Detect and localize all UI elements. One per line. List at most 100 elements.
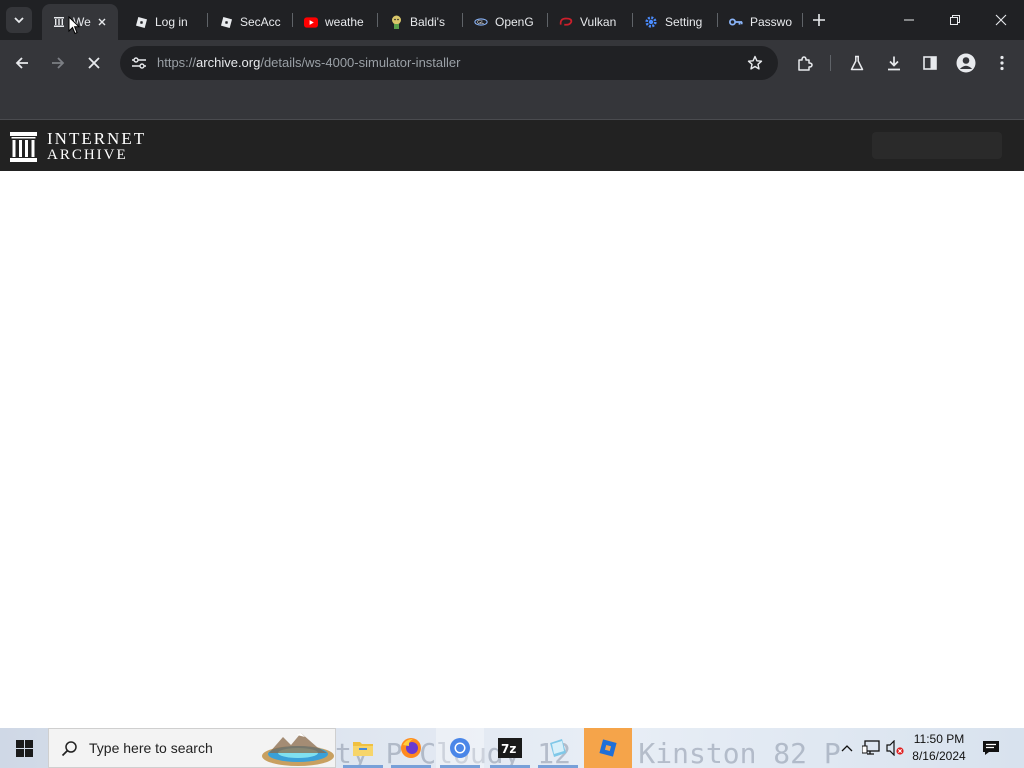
chevron-down-icon [14,17,24,24]
taskbar-clock[interactable]: 11:50 PM 8/16/2024 [906,731,972,765]
search-highlight-art-icon [262,733,334,766]
close-icon [995,14,1007,26]
url-host: archive.org [196,55,261,70]
tab-close-icon[interactable] [94,14,110,30]
tune-icon [132,57,146,69]
forward-button[interactable] [44,49,72,77]
profile-button[interactable] [952,49,980,77]
extensions-button[interactable] [790,49,818,77]
plus-icon [813,14,825,26]
bookmarks-bar [0,86,1024,120]
tab-active[interactable]: We [42,4,118,40]
taskbar-file-explorer[interactable] [339,728,387,768]
labs-button[interactable] [843,49,871,77]
network-button[interactable] [860,728,882,768]
logo-line-1: INTERNET [47,129,147,148]
tab-title: OpenG [495,15,534,29]
browser-toolbar: https://archive.org/details/ws-4000-simu… [0,40,1024,86]
key-icon [729,15,743,29]
screen: We Log in SecAcc weathe Baldi's GL OpenG… [0,0,1024,768]
svg-text:7z: 7z [501,742,516,756]
star-icon [747,55,763,70]
mouse-cursor-icon [68,16,80,35]
notepad-icon [550,739,566,757]
menu-button[interactable] [988,49,1016,77]
tab-passwords[interactable]: Passwo [719,4,799,40]
taskbar-search-box[interactable]: Type here to search [48,728,336,768]
stop-loading-button[interactable] [80,49,108,77]
puzzle-icon [797,55,813,71]
internet-archive-header: INTERNET ARCHIVE [0,120,1024,171]
tab-roblox-login[interactable]: Log in [124,4,204,40]
page-body [0,171,1024,728]
volume-muted-icon [886,740,904,756]
tab-separator [292,13,293,27]
tab-settings[interactable]: Setting [634,4,714,40]
start-button[interactable] [0,728,48,768]
tab-separator [547,13,548,27]
tab-separator [462,13,463,27]
7zip-icon: 7z [498,738,522,758]
tab-vulkan[interactable]: Vulkan [549,4,629,40]
url-text[interactable]: https://archive.org/details/ws-4000-simu… [157,55,460,70]
baldi-icon [389,15,403,29]
action-center-button[interactable] [978,728,1004,768]
tab-separator [717,13,718,27]
firefox-icon [401,738,421,758]
new-tab-button[interactable] [809,10,829,30]
url-path: /details/ws-4000-simulator-installer [260,55,461,70]
search-placeholder: Type here to search [89,740,213,756]
close-icon [88,57,100,69]
tab-title: Passwo [750,15,793,29]
avatar-icon [956,53,976,73]
tab-title: Vulkan [580,15,617,29]
taskbar-roblox-studio[interactable] [584,728,632,768]
minimize-icon [904,19,914,21]
tab-separator [802,13,803,27]
archive-building-icon [10,132,37,162]
internet-archive-logo[interactable]: INTERNET ARCHIVE [10,130,146,164]
tab-search-button[interactable] [6,7,32,33]
internet-archive-icon [52,15,66,29]
download-icon [888,56,900,71]
clock-time: 11:50 PM [913,732,965,746]
bookmark-button[interactable] [742,50,768,76]
volume-button[interactable] [884,728,906,768]
tab-title: Log in [155,15,188,29]
tab-youtube[interactable]: weathe [294,4,374,40]
flask-icon [850,55,864,71]
taskbar-notepad[interactable] [534,728,582,768]
show-hidden-icons-button[interactable] [838,728,856,768]
restore-button[interactable] [932,0,978,40]
taskbar-firefox[interactable] [387,728,435,768]
chevron-up-icon [841,745,853,752]
tab-strip: We Log in SecAcc weathe Baldi's GL OpenG… [0,0,1024,40]
back-button[interactable] [8,49,36,77]
downloads-button[interactable] [880,49,908,77]
url-scheme: https:// [157,55,197,70]
tab-title: SecAcc [240,15,281,29]
close-window-button[interactable] [978,0,1024,40]
header-placeholder-button[interactable] [872,132,1002,159]
tab-baldis[interactable]: Baldi's [379,4,459,40]
tab-separator [207,13,208,27]
arrow-left-icon [15,57,28,69]
toolbar-separator [830,55,831,71]
taskbar-chrome[interactable] [436,728,484,768]
minimize-button[interactable] [886,0,932,40]
clock-date: 8/16/2024 [912,749,966,763]
tab-opengl[interactable]: GL OpenG [464,4,544,40]
address-bar[interactable]: https://archive.org/details/ws-4000-simu… [120,46,778,80]
side-panel-button[interactable] [916,49,944,77]
roblox-studio-icon [599,739,617,757]
tab-separator [632,13,633,27]
tab-roblox-secacc[interactable]: SecAcc [209,4,289,40]
taskbar-7zip[interactable]: 7z [486,728,534,768]
folder-icon [353,742,373,756]
more-vertical-icon [1000,55,1004,71]
chrome-icon [450,738,470,758]
site-info-button[interactable] [126,50,152,76]
vulkan-icon [559,15,573,29]
arrow-right-icon [52,57,65,69]
tab-title: Setting [665,15,703,29]
